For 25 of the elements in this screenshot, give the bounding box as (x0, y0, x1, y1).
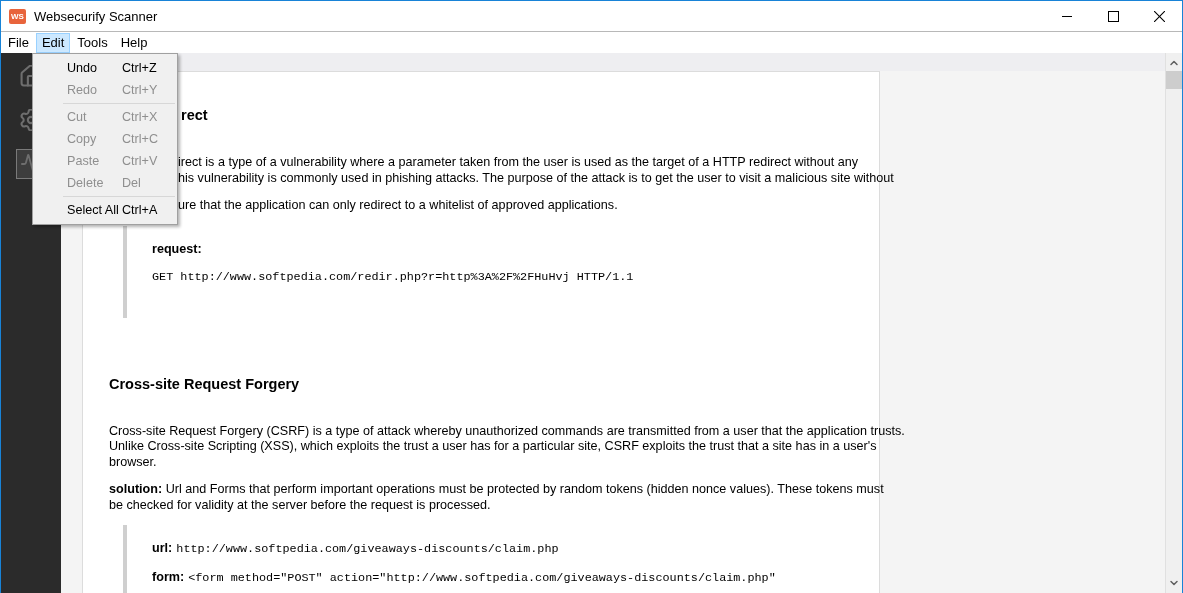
scrollbar[interactable] (1165, 53, 1182, 593)
app-icon: WS (9, 8, 26, 24)
detail-label: url: (152, 541, 173, 555)
menu-item[interactable]: Help (114, 32, 154, 53)
detail-code: <form method="POST" action="http://www.softpedia.com/giveaways-discounts/claim.php" (188, 571, 776, 585)
paragraph: ure that the application can only redirect to a whitelist of approved applications. (178, 198, 618, 214)
maximize-icon (1107, 10, 1119, 22)
detail-label: request: (152, 241, 202, 256)
minimize-icon (1062, 15, 1072, 17)
menu-item[interactable]: Tools (71, 32, 114, 53)
detail-code: GET http://www.softpedia.com/redir.php?r=http%3A%2F%2FHuHvj HTTP/1.1 (152, 269, 634, 284)
menu-entry[interactable]: Undo Ctrl+Z (35, 57, 175, 79)
detail-code: http://www.softpedia.com/giveaways-discounts/claim.php (176, 542, 559, 556)
paragraph: Cross-site Request Forgery (CSRF) is a type of attack whereby unauthorized commands are transmitted from a user that the application trusts. Unlike Cross-site Scripting (XSS), which exploits the trust a user has for a particular site, CSRF exploits the trust that a site has in a user's browser. (109, 423, 905, 470)
paragraph: solution: Url and Forms that perform important operations must be protected by random tokens (hidden nonce values). These tokens must be checked for validity at the server before the request is processed. (109, 482, 884, 513)
detail-label: form: (152, 570, 185, 584)
section-heading: rect (181, 107, 208, 123)
close-icon (1153, 10, 1165, 22)
menu-item[interactable]: Edit (35, 32, 71, 53)
scroll-thumb[interactable] (1166, 71, 1182, 89)
window-title: Websecurify Scanner (34, 8, 159, 24)
section-heading: Cross-site Request Forgery (109, 375, 300, 392)
menu-entry[interactable]: Select All Ctrl+A (35, 199, 175, 221)
paragraph: irect is a type of a vulnerability where a parameter taken from the user is used as the target of a HTTP redirect without any his vulnerability is commonly used in phishing attacks. The purpose of the attack is to get the user to visit a malicious site without (178, 155, 894, 186)
menu-item[interactable]: File (2, 32, 35, 53)
